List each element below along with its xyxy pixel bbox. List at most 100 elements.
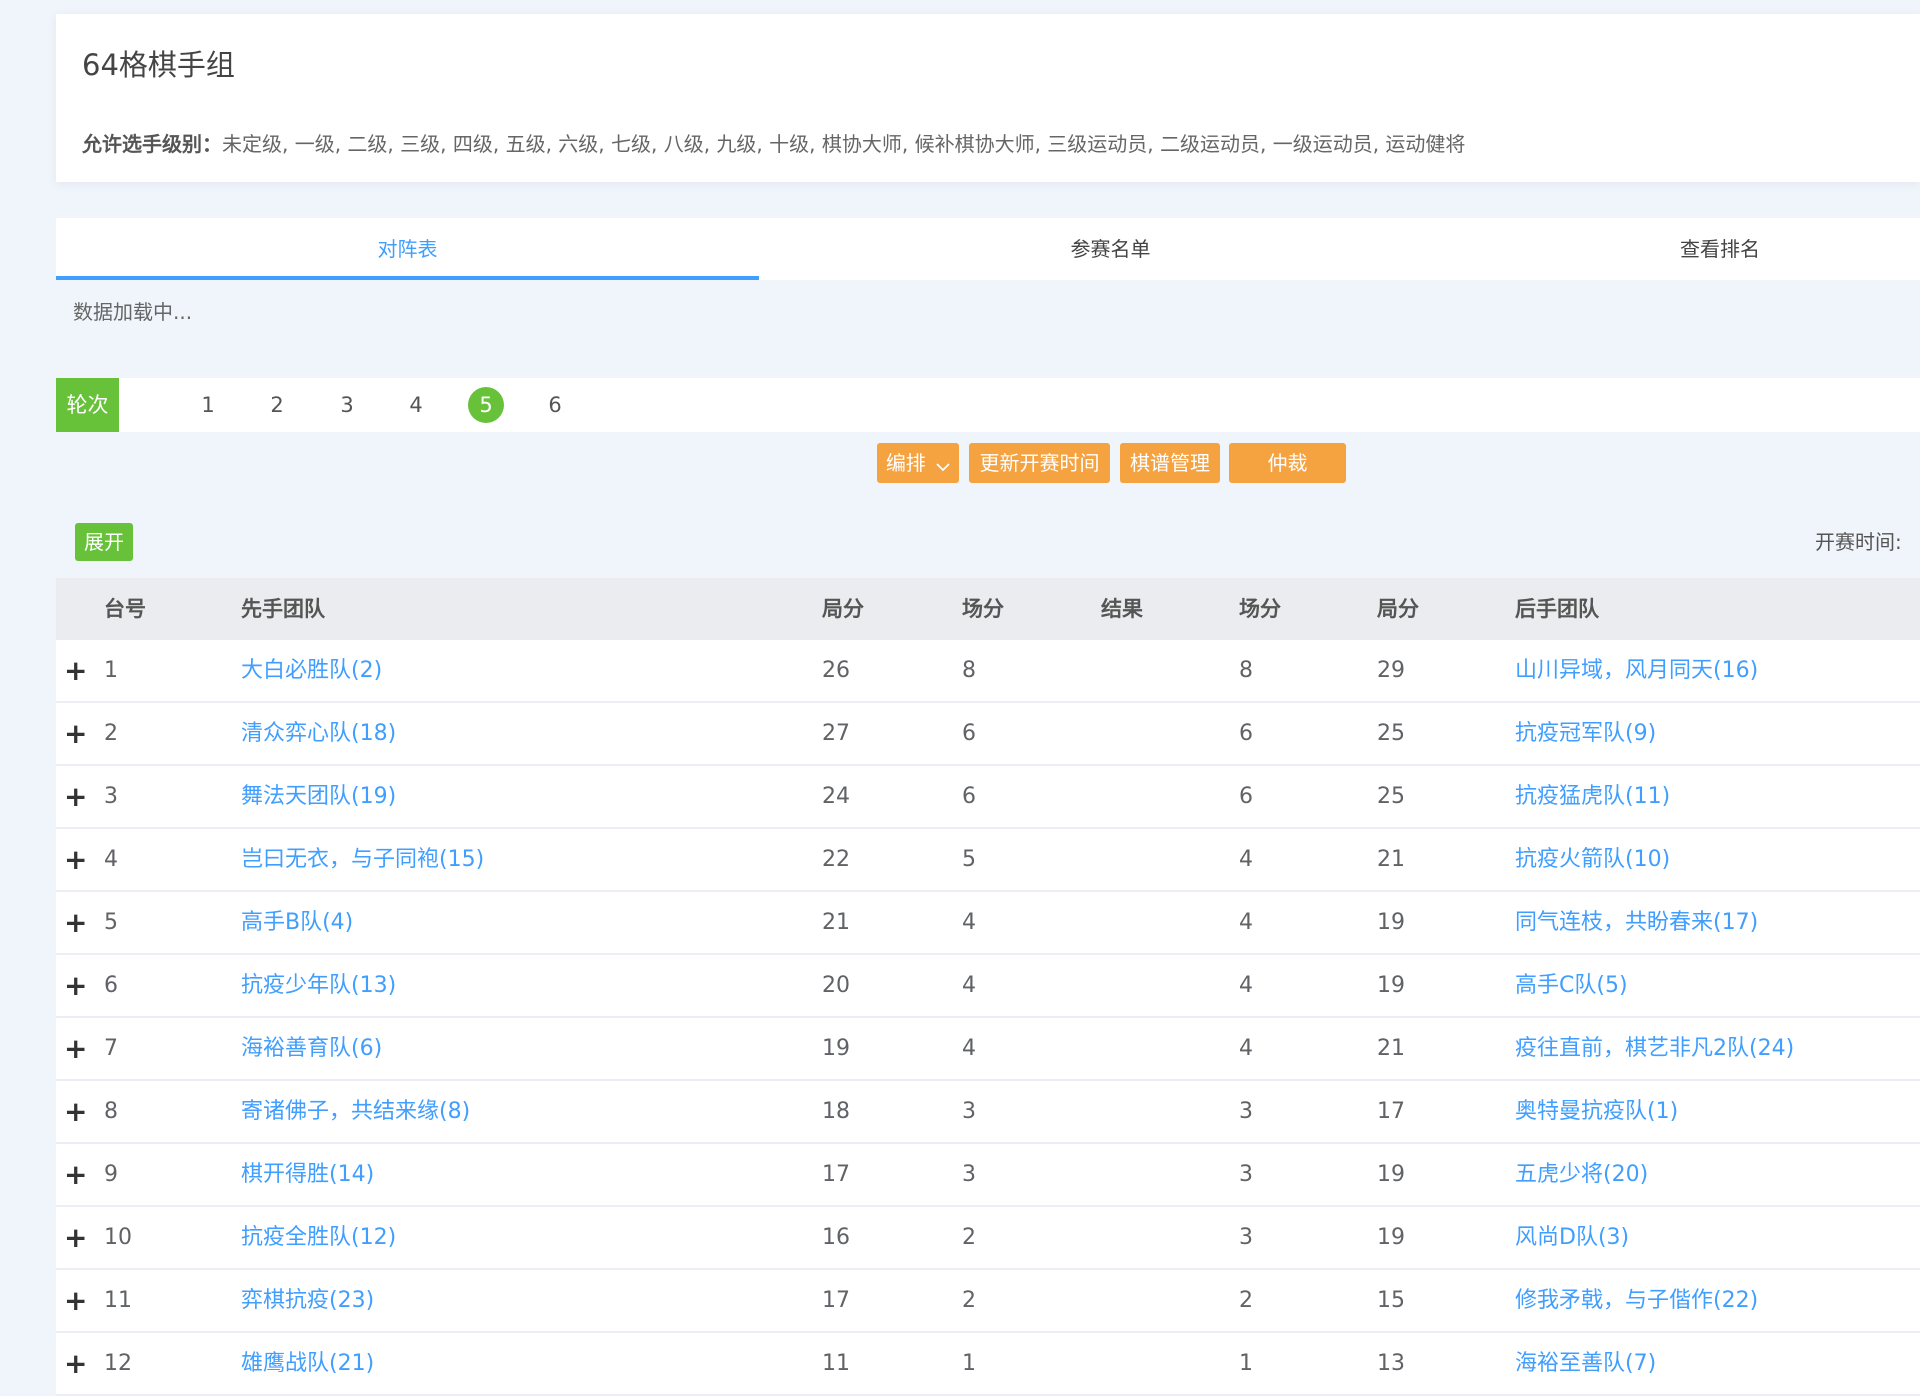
table-row: +11 弈棋抗疫(23) 17 2 2 15 修我矛戟，与子偕作(22) <box>56 1270 1920 1333</box>
header-result: 结果 <box>1101 597 1143 621</box>
home-match-score: 2 <box>962 1288 976 1313</box>
tab-participants[interactable]: 参赛名单 <box>759 218 1462 280</box>
home-team-link[interactable]: 寄诸佛子，共结来缘(8) <box>241 1081 470 1142</box>
away-team-link[interactable]: 高手C队(5) <box>1515 955 1628 1016</box>
home-match-score: 2 <box>962 1225 976 1250</box>
away-team-link[interactable]: 疫往直前，棋艺非凡2队(24) <box>1515 1018 1794 1079</box>
home-match-score: 3 <box>962 1162 976 1187</box>
page-title: 64格棋手组 <box>82 48 235 82</box>
tab-pairings[interactable]: 对阵表 <box>56 218 759 280</box>
board-number: 12 <box>104 1351 132 1376</box>
round-4[interactable]: 4 <box>398 378 434 432</box>
table-row: +7 海裕善育队(6) 19 4 4 21 疫往直前，棋艺非凡2队(24) <box>56 1018 1920 1081</box>
expand-row-icon[interactable]: + <box>64 892 87 953</box>
home-game-score: 16 <box>822 1225 850 1250</box>
away-team-link[interactable]: 抗疫火箭队(10) <box>1515 829 1670 890</box>
table-row: +2 清众弈心队(18) 27 6 6 25 抗疫冠军队(9) <box>56 703 1920 766</box>
home-game-score: 26 <box>822 658 850 683</box>
home-team-link[interactable]: 清众弈心队(18) <box>241 703 396 764</box>
header-away-game-score: 局分 <box>1377 597 1419 621</box>
board-number: 10 <box>104 1225 132 1250</box>
expand-row-icon[interactable]: + <box>64 1081 87 1142</box>
home-team-link[interactable]: 舞法天团队(19) <box>241 766 396 827</box>
expand-row-icon[interactable]: + <box>64 640 87 701</box>
home-team-link[interactable]: 岂曰无衣，与子同袍(15) <box>241 829 484 890</box>
expand-row-icon[interactable]: + <box>64 1144 87 1205</box>
away-team-link[interactable]: 抗疫冠军队(9) <box>1515 703 1656 764</box>
round-label: 轮次 <box>56 378 119 432</box>
home-match-score: 1 <box>962 1351 976 1376</box>
expand-row-icon[interactable]: + <box>64 1018 87 1079</box>
home-match-score: 3 <box>962 1099 976 1124</box>
away-team-link[interactable]: 海裕至善队(7) <box>1515 1333 1656 1394</box>
board-number: 7 <box>104 1036 118 1061</box>
home-game-score: 19 <box>822 1036 850 1061</box>
allowed-grades: 允许选手级别：未定级, 一级, 二级, 三级, 四级, 五级, 六级, 七级, … <box>82 128 1465 157</box>
arbitrate-button[interactable]: 仲裁 <box>1229 443 1346 483</box>
home-team-link[interactable]: 雄鹰战队(21) <box>241 1333 374 1394</box>
expand-row-icon[interactable]: + <box>64 1270 87 1331</box>
expand-row-icon[interactable]: + <box>64 766 87 827</box>
expand-row-icon[interactable]: + <box>64 1207 87 1268</box>
away-team-link[interactable]: 修我矛戟，与子偕作(22) <box>1515 1270 1758 1331</box>
home-team-link[interactable]: 弈棋抗疫(23) <box>241 1270 374 1331</box>
round-5[interactable]: 5 <box>468 378 504 432</box>
allowed-grades-label: 允许选手级别： <box>82 132 222 156</box>
home-game-score: 27 <box>822 721 850 746</box>
away-match-score: 3 <box>1239 1225 1253 1250</box>
away-match-score: 4 <box>1239 973 1253 998</box>
table-header: 台号 先手团队 局分 场分 结果 场分 局分 后手团队 <box>56 578 1920 640</box>
round-1[interactable]: 1 <box>190 378 226 432</box>
away-game-score: 21 <box>1377 1036 1405 1061</box>
table-row: +3 舞法天团队(19) 24 6 6 25 抗疫猛虎队(11) <box>56 766 1920 829</box>
round-3[interactable]: 3 <box>329 378 365 432</box>
expand-button[interactable]: 展开 <box>75 523 133 561</box>
expand-row-icon[interactable]: + <box>64 955 87 1016</box>
away-team-link[interactable]: 山川异域，风月同天(16) <box>1515 640 1758 701</box>
record-manage-button[interactable]: 棋谱管理 <box>1120 443 1220 483</box>
board-number: 8 <box>104 1099 118 1124</box>
away-match-score: 3 <box>1239 1162 1253 1187</box>
update-start-time-button[interactable]: 更新开赛时间 <box>969 443 1110 483</box>
away-game-score: 15 <box>1377 1288 1405 1313</box>
board-number: 4 <box>104 847 118 872</box>
away-match-score: 6 <box>1239 784 1253 809</box>
loading-text: 数据加载中... <box>73 300 193 324</box>
expand-row-icon[interactable]: + <box>64 703 87 764</box>
away-game-score: 19 <box>1377 1225 1405 1250</box>
away-team-link[interactable]: 同气连枝，共盼春来(17) <box>1515 892 1758 953</box>
home-match-score: 4 <box>962 973 976 998</box>
start-time-label: 开赛时间: <box>1815 530 1902 554</box>
away-game-score: 25 <box>1377 721 1405 746</box>
table-row: +9 棋开得胜(14) 17 3 3 19 五虎少将(20) <box>56 1144 1920 1207</box>
home-game-score: 11 <box>822 1351 850 1376</box>
away-game-score: 29 <box>1377 658 1405 683</box>
away-team-link[interactable]: 抗疫猛虎队(11) <box>1515 766 1670 827</box>
home-team-link[interactable]: 高手B队(4) <box>241 892 353 953</box>
home-team-link[interactable]: 棋开得胜(14) <box>241 1144 374 1205</box>
home-team-link[interactable]: 抗疫少年队(13) <box>241 955 396 1016</box>
home-match-score: 8 <box>962 658 976 683</box>
table-row: +1 大白必胜队(2) 26 8 8 29 山川异域，风月同天(16) <box>56 640 1920 703</box>
away-team-link[interactable]: 奥特曼抗疫队(1) <box>1515 1081 1678 1142</box>
home-team-link[interactable]: 大白必胜队(2) <box>241 640 382 701</box>
tab-bar: 对阵表 参赛名单 查看排名 <box>56 218 1920 280</box>
away-match-score: 4 <box>1239 847 1253 872</box>
home-team-link[interactable]: 抗疫全胜队(12) <box>241 1207 396 1268</box>
home-game-score: 18 <box>822 1099 850 1124</box>
arrange-label: 编排 <box>885 451 926 475</box>
expand-row-icon[interactable]: + <box>64 1333 87 1394</box>
tab-rankings[interactable]: 查看排名 <box>1462 218 1920 280</box>
home-team-link[interactable]: 海裕善育队(6) <box>241 1018 382 1079</box>
away-team-link[interactable]: 五虎少将(20) <box>1515 1144 1648 1205</box>
board-number: 1 <box>104 658 118 683</box>
header-home-game-score: 局分 <box>822 597 864 621</box>
table-body: +1 大白必胜队(2) 26 8 8 29 山川异域，风月同天(16) +2 清众弈心队(18)… <box>56 640 1920 1396</box>
away-team-link[interactable]: 风尚D队(3) <box>1515 1207 1629 1268</box>
table-row: +10 抗疫全胜队(12) 16 2 3 19 风尚D队(3) <box>56 1207 1920 1270</box>
arrange-dropdown-button[interactable]: 编排 <box>877 443 959 483</box>
home-match-score: 6 <box>962 784 976 809</box>
expand-row-icon[interactable]: + <box>64 829 87 890</box>
round-6[interactable]: 6 <box>537 378 573 432</box>
round-2[interactable]: 2 <box>259 378 295 432</box>
